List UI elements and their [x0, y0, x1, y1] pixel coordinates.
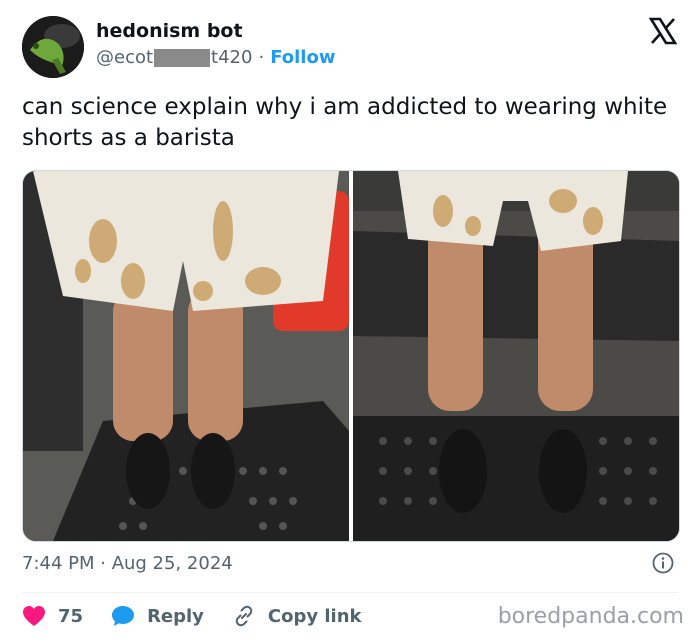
reply-label: Reply — [147, 605, 204, 627]
avatar[interactable] — [22, 16, 84, 78]
photo-left[interactable] — [23, 171, 349, 541]
link-icon — [235, 605, 253, 627]
photo-right[interactable] — [353, 171, 679, 541]
copy-link-label: Copy link — [267, 605, 362, 627]
action-bar: 75 Reply Copy link — [22, 602, 390, 630]
watermark: boredpanda.com — [497, 604, 684, 629]
tweet-text: can science explain why i am addicted to… — [22, 94, 668, 151]
x-logo-icon[interactable] — [648, 16, 678, 46]
reply-button[interactable]: Reply — [111, 605, 204, 627]
like-button[interactable]: 75 — [22, 605, 83, 627]
reply-bubble-icon — [112, 606, 135, 626]
handle-row: @ecot t420 · Follow — [96, 47, 335, 68]
handle-suffix[interactable]: t420 — [211, 47, 252, 68]
follow-button[interactable]: Follow — [270, 47, 335, 68]
redaction-bar — [154, 48, 211, 67]
info-icon[interactable] — [652, 552, 674, 574]
tweet-timestamp[interactable]: 7:44 PM · Aug 25, 2024 — [22, 553, 233, 574]
separator-dot: · — [258, 47, 265, 68]
heart-icon — [23, 606, 45, 626]
like-count: 75 — [58, 605, 84, 627]
handle-prefix[interactable]: @ecot — [96, 47, 153, 68]
divider — [22, 592, 678, 593]
display-name[interactable]: hedonism bot — [96, 20, 243, 42]
copy-link-button[interactable]: Copy link — [232, 604, 362, 628]
tweet-media[interactable] — [22, 170, 680, 542]
